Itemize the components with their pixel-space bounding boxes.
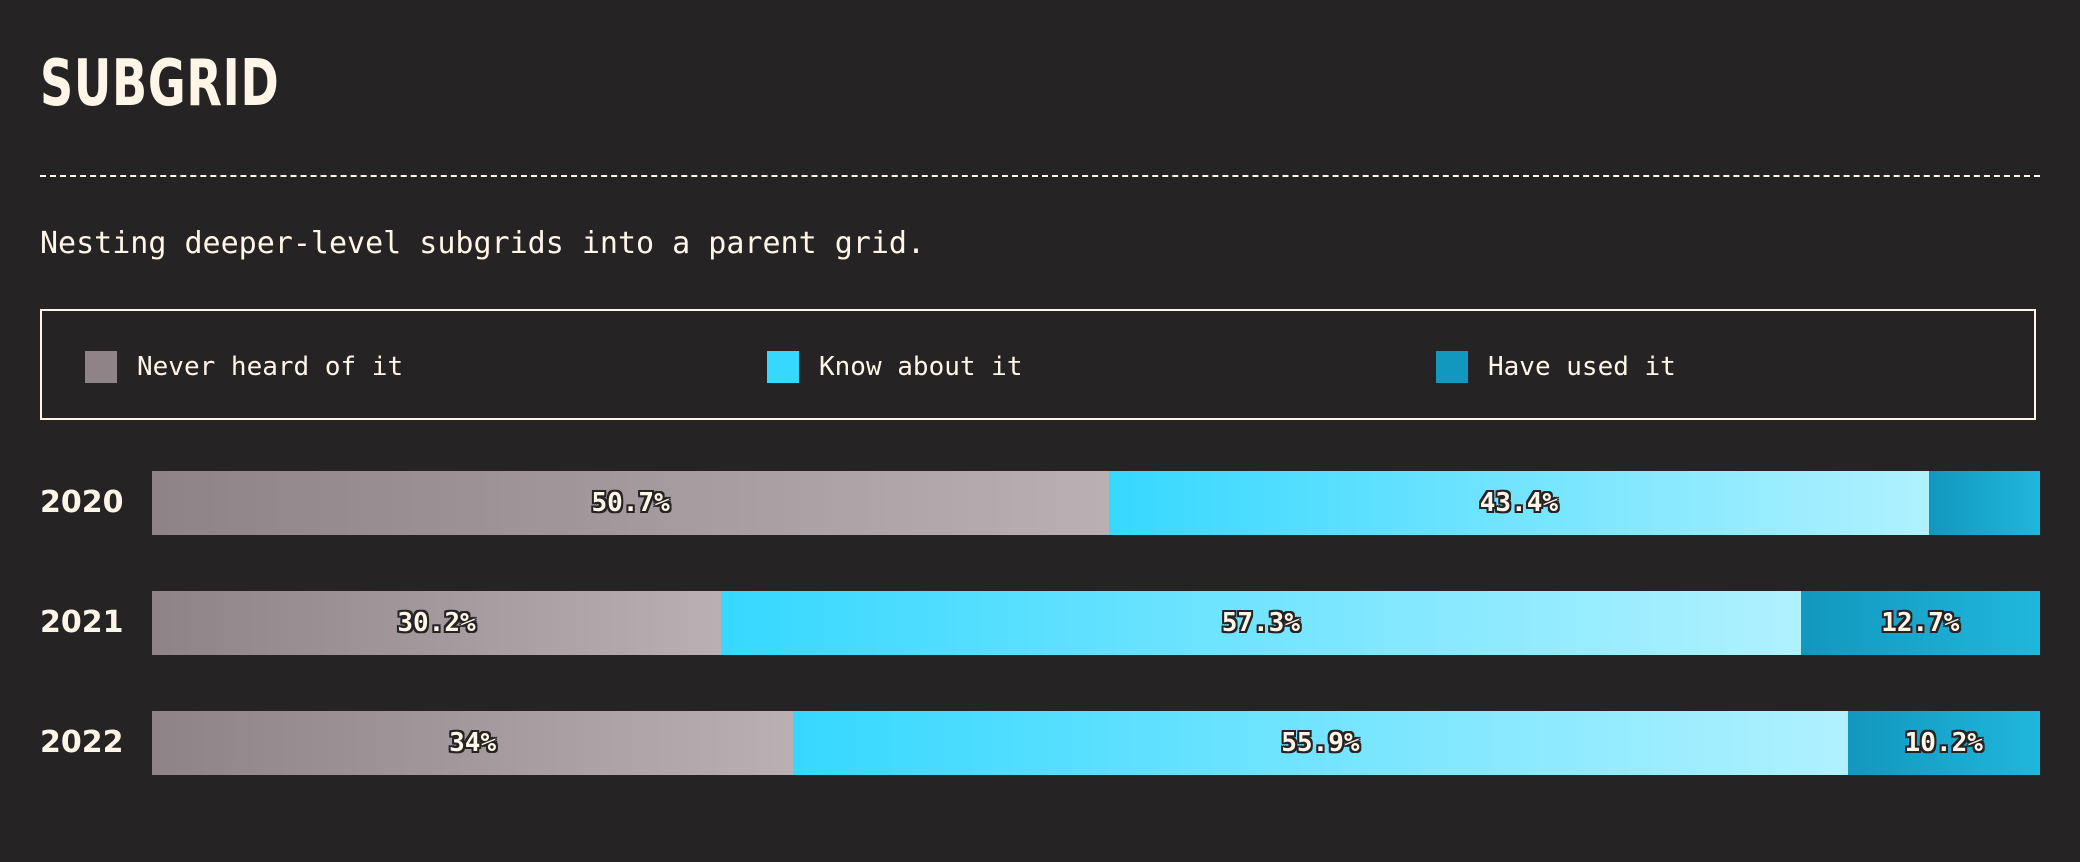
bar-segment-have-used: 10.2% [1847,711,2040,775]
chart-subtitle: Nesting deeper-level subgrids into a par… [40,226,926,261]
row-label-year: 2021 [40,605,124,640]
legend-item-have-used: Have used it [1436,351,1676,383]
bar-data-label: 57.3% [1221,608,1300,638]
bar-segment-never-heard: 34% [152,711,794,775]
chart-title: SUBGRID [40,47,280,121]
chart-row: 2020 50.7% 43.4% [0,471,2080,535]
bar-data-label: 30.2% [397,608,476,638]
legend-swatch-know-about [767,351,799,383]
stacked-bar: 34% 55.9% 10.2% [152,711,2040,775]
dashed-divider [40,175,2040,177]
bar-data-label: 10.2% [1904,728,1983,758]
bar-segment-never-heard: 50.7% [152,471,1110,535]
bar-segment-never-heard: 30.2% [152,591,722,655]
bar-data-label: 55.9% [1281,728,1360,758]
legend-swatch-have-used [1436,351,1468,383]
chart-row: 2021 30.2% 57.3% 12.7% [0,591,2080,655]
bar-data-label: 50.7% [591,488,670,518]
legend-item-never-heard: Never heard of it [85,351,403,383]
legend-item-know-about: Know about it [767,351,1023,383]
bar-segment-know-about: 43.4% [1109,471,1929,535]
bar-data-label: 43.4% [1479,488,1559,518]
stacked-bar: 30.2% 57.3% 12.7% [152,591,2040,655]
row-label-year: 2020 [40,485,124,520]
legend-label-know-about: Know about it [819,352,1023,382]
bar-segment-know-about: 55.9% [793,711,1848,775]
bar-data-label: 34% [449,728,497,758]
bar-segment-have-used [1928,471,2040,535]
legend: Never heard of it Know about it Have use… [40,309,2036,420]
bar-segment-have-used: 12.7% [1800,591,2040,655]
bar-data-label: 12.7% [1881,608,1960,638]
stacked-bar: 50.7% 43.4% [152,471,2040,535]
legend-swatch-never-heard [85,351,117,383]
row-label-year: 2022 [40,725,124,760]
chart-row: 2022 34% 55.9% 10.2% [0,711,2080,775]
legend-label-have-used: Have used it [1488,352,1676,382]
bar-segment-know-about: 57.3% [721,591,1801,655]
legend-label-never-heard: Never heard of it [137,352,404,382]
